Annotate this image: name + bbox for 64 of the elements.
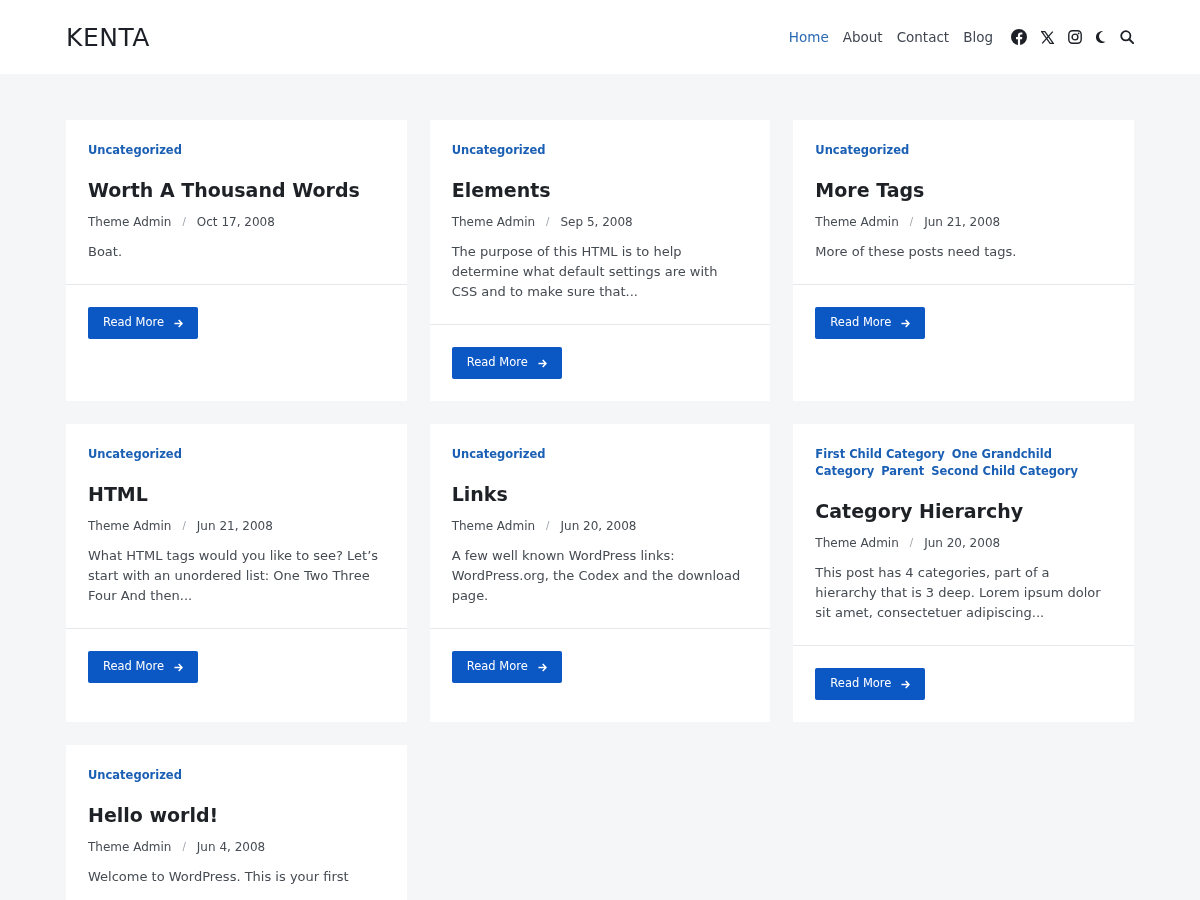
post-date: Oct 17, 2008: [196, 214, 275, 230]
post-excerpt: This post has 4 categories, part of a hierarchy that is 3 deep. Lorem ipsum dolor sit amet, consectetuer adipiscing...: [815, 564, 1102, 622]
read-more-button[interactable]: Read More: [88, 307, 199, 339]
arrow-right-icon: [174, 318, 184, 328]
post-title-link[interactable]: Links: [451, 483, 508, 505]
post-date: Jun 4, 2008: [196, 839, 266, 855]
meta-separator: /: [182, 215, 186, 229]
nav-link[interactable]: About: [842, 26, 883, 48]
post-excerpt: Welcome to WordPress. This is your first: [88, 868, 350, 886]
category-links[interactable]: Uncategorized: [451, 142, 549, 159]
arrow-right-icon: [537, 662, 547, 672]
arrow-right-icon: [901, 318, 911, 328]
post-title-link[interactable]: Hello world!: [88, 804, 219, 826]
read-more-button[interactable]: Read More: [451, 347, 562, 379]
post-title-link[interactable]: Worth A Thousand Words: [88, 179, 360, 201]
post-excerpt: Boat.: [88, 243, 124, 261]
instagram-icon[interactable]: [1068, 30, 1082, 44]
post-date: Jun 21, 2008: [196, 518, 273, 534]
category-links[interactable]: First Child Category One Grandchild Category Parent Second Child Category: [815, 446, 1108, 480]
post-excerpt: What HTML tags would you like to see? Let’s start with an unordered list: One Two Three Four And then...: [88, 547, 380, 605]
author-name: Theme Admin: [88, 214, 172, 230]
post-title-link[interactable]: Category Hierarchy: [815, 500, 1024, 522]
read-more-button[interactable]: Read More: [815, 668, 926, 700]
facebook-icon[interactable]: [1011, 29, 1027, 45]
read-more-button[interactable]: Read More: [88, 651, 199, 683]
post-excerpt: The purpose of this HTML is to help determine what default settings are with CSS and to make sure that...: [451, 243, 719, 301]
post-date: Sep 5, 2008: [560, 214, 633, 230]
arrow-right-icon: [174, 662, 184, 672]
post-date: Jun 21, 2008: [924, 214, 1001, 230]
read-more-button[interactable]: Read More: [451, 651, 562, 683]
category-links[interactable]: Uncategorized: [88, 767, 185, 784]
category-links[interactable]: Uncategorized: [451, 446, 549, 463]
post-title-link[interactable]: More Tags: [815, 179, 925, 201]
author-name: Theme Admin: [88, 839, 172, 855]
meta-separator: /: [182, 519, 186, 533]
category-links[interactable]: Uncategorized: [815, 142, 913, 159]
arrow-right-icon: [901, 679, 911, 689]
meta-separator: /: [546, 215, 550, 229]
meta-separator: /: [182, 840, 186, 854]
post-excerpt: More of these posts need tags.: [815, 243, 1018, 261]
post-title-link[interactable]: HTML: [88, 483, 148, 505]
meta-separator: /: [909, 536, 914, 550]
arrow-right-icon: [537, 358, 547, 368]
post-date: Jun 20, 2008: [924, 535, 1001, 551]
nav-link[interactable]: Home: [788, 26, 829, 48]
author-name: Theme Admin: [815, 535, 899, 551]
post-title-link[interactable]: Elements: [451, 179, 551, 201]
nav-link[interactable]: Blog: [963, 26, 993, 48]
post-excerpt: A few well known WordPress links: WordPress.org, the Codex and the download page.: [451, 547, 742, 605]
x-logo-icon[interactable]: [1041, 30, 1054, 44]
nav-link[interactable]: Contact: [896, 26, 950, 48]
meta-separator: /: [546, 519, 550, 533]
moon-icon[interactable]: [1096, 31, 1106, 43]
author-name: Theme Admin: [88, 518, 172, 534]
read-more-button[interactable]: Read More: [815, 307, 926, 339]
author-name: Theme Admin: [451, 214, 536, 230]
author-name: Theme Admin: [815, 214, 899, 230]
site-logo[interactable]: KENTA: [66, 24, 150, 50]
category-links[interactable]: Uncategorized: [88, 142, 185, 159]
search-icon[interactable]: [1120, 30, 1134, 44]
category-links[interactable]: Uncategorized: [88, 446, 185, 463]
meta-separator: /: [909, 215, 914, 229]
author-name: Theme Admin: [451, 518, 536, 534]
post-date: Jun 20, 2008: [560, 518, 637, 534]
